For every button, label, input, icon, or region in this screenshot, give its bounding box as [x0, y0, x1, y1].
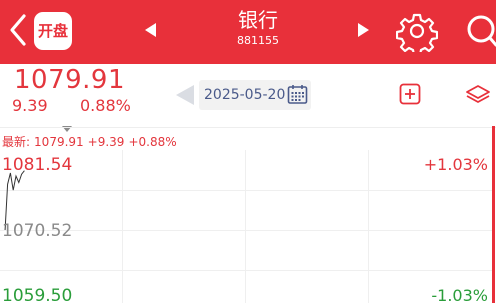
chart-edge-marker: [492, 126, 495, 303]
next-stock-button[interactable]: [356, 20, 372, 40]
grid-line: [0, 270, 492, 271]
open-market-badge[interactable]: 开盘: [34, 12, 72, 50]
search-icon: [467, 15, 496, 47]
latest-price: 1079.91: [34, 135, 84, 149]
stock-code: 881155: [237, 34, 279, 47]
prev-triangle-icon: [145, 23, 156, 37]
pct-axis-low-label: -1.03%: [431, 286, 488, 305]
expand-quote-button[interactable]: [61, 118, 73, 132]
latest-prefix: 最新:: [2, 135, 31, 149]
stock-title-block: 银行 881155: [178, 6, 338, 48]
settings-button[interactable]: [395, 10, 439, 57]
y-axis-low-label: 1059.50: [2, 286, 73, 306]
grid-line: [122, 150, 123, 303]
stock-title: 银行: [238, 8, 278, 32]
add-square-icon: [399, 83, 421, 105]
y-axis-high-label: 1081.54: [2, 155, 73, 175]
grid-line: [245, 150, 246, 303]
search-button[interactable]: [462, 12, 496, 50]
last-price: 1079.91: [14, 65, 126, 95]
prev-triangle-icon: [176, 85, 194, 105]
grid-line: [368, 150, 369, 303]
grid-line: [0, 190, 492, 191]
back-chevron-icon: [10, 14, 26, 46]
previous-date-button[interactable]: [174, 83, 196, 107]
next-triangle-icon: [358, 23, 369, 37]
y-axis-mid-label: 1070.52: [2, 221, 73, 241]
latest-change: +9.39: [87, 135, 125, 149]
date-picker[interactable]: 2025-05-20: [199, 80, 311, 110]
quote-divider: [0, 127, 496, 128]
intraday-chart[interactable]: 1081.54 1070.52 1059.50 +1.03% -1.03%: [0, 126, 496, 306]
back-button[interactable]: [6, 12, 32, 48]
layers-button[interactable]: [464, 82, 492, 108]
layers-icon: [466, 85, 490, 103]
price-change: 9.39: [12, 96, 48, 115]
selected-date: 2025-05-20: [204, 87, 286, 103]
calendar-icon: [287, 85, 308, 104]
latest-quote-line: 最新: 1079.91 +9.39 +0.88%: [2, 134, 181, 150]
pct-axis-high-label: +1.03%: [423, 155, 488, 174]
top-header: 开盘 银行 881155: [0, 0, 496, 64]
add-favorite-button[interactable]: [399, 83, 421, 105]
prev-stock-button[interactable]: [142, 20, 158, 40]
grid-line: [0, 230, 492, 231]
latest-percent: +0.88%: [128, 135, 177, 149]
gear-icon: [395, 13, 439, 57]
price-change-percent: 0.88%: [80, 96, 131, 115]
